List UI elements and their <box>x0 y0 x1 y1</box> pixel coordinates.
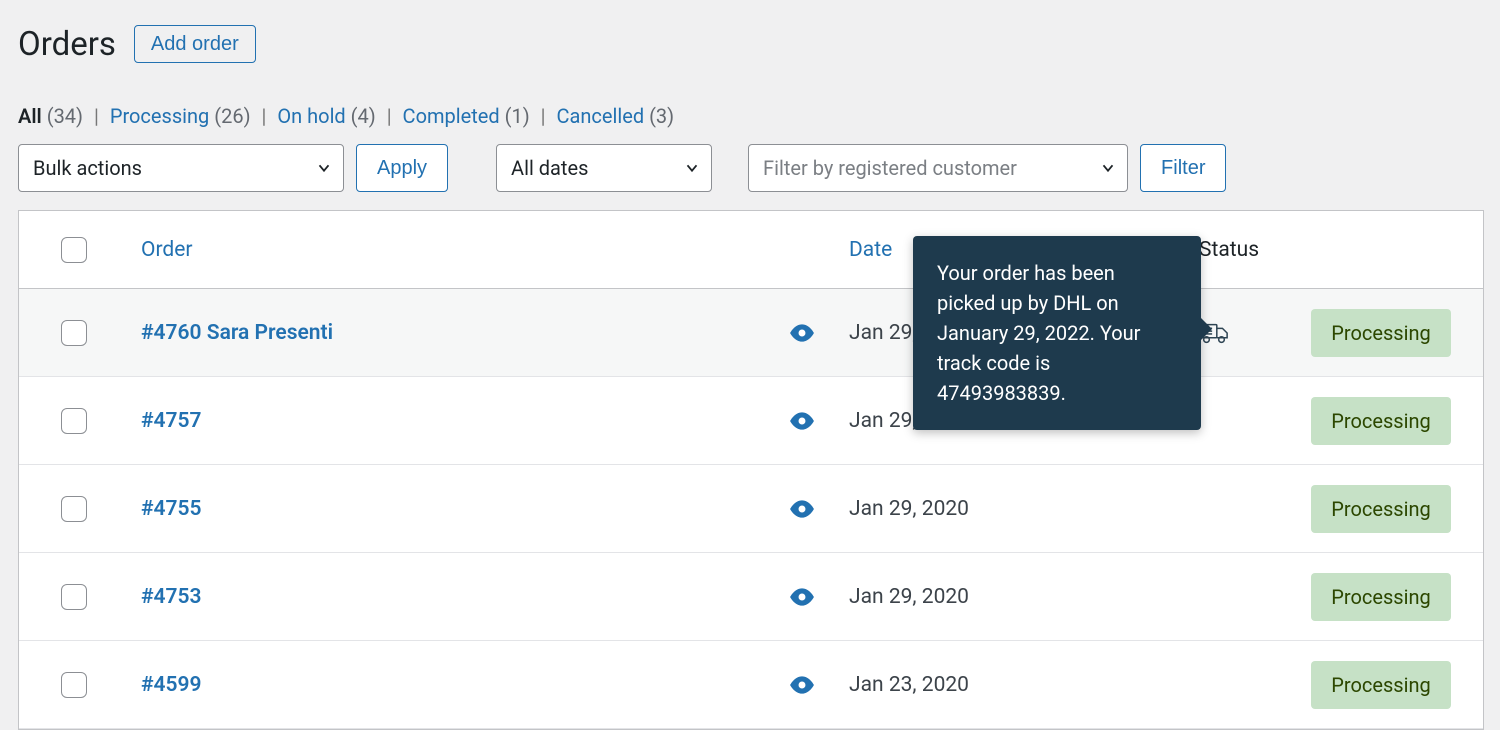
status-filter-bar: All (34) | Processing (26) | On hold (4)… <box>18 104 1482 128</box>
row-checkbox[interactable] <box>61 496 87 522</box>
shipping-tooltip: Your order has been picked up by DHL on … <box>913 236 1201 430</box>
bulk-actions-select[interactable]: Bulk actions <box>18 144 344 192</box>
eye-icon[interactable] <box>789 322 815 344</box>
status-filter-completed[interactable]: Completed (1) <box>403 104 530 128</box>
status-filter-all[interactable]: All (34) <box>18 104 83 128</box>
status-filter-processing[interactable]: Processing (26) <box>110 104 251 128</box>
row-checkbox[interactable] <box>61 584 87 610</box>
col-status: Status <box>1199 238 1479 262</box>
status-badge: Processing <box>1311 309 1451 357</box>
dates-select[interactable]: All dates <box>496 144 712 192</box>
filter-button[interactable]: Filter <box>1140 144 1226 192</box>
order-date: Jan 29, 2020 <box>849 497 1199 521</box>
table-row[interactable]: #4757Jan 29, 2020Processing <box>19 377 1483 465</box>
status-filter-count: (26) <box>214 104 250 128</box>
eye-icon[interactable] <box>789 498 815 520</box>
order-date: Jan 29, 2020 <box>849 585 1199 609</box>
apply-button[interactable]: Apply <box>356 144 448 192</box>
orders-table: Order Date Status #4760 Sara PresentiJan… <box>18 210 1484 730</box>
eye-icon[interactable] <box>789 586 815 608</box>
status-filter-count: (3) <box>649 104 674 128</box>
order-link[interactable]: #4755 <box>141 497 202 521</box>
status-filter-count: (1) <box>505 104 530 128</box>
row-checkbox[interactable] <box>61 320 87 346</box>
status-badge: Processing <box>1311 573 1451 621</box>
status-filter-on-hold[interactable]: On hold (4) <box>277 104 375 128</box>
col-order[interactable]: Order <box>129 238 739 262</box>
table-row[interactable]: #4753 Jan 29, 2020 Processing <box>19 553 1483 641</box>
status-badge: Processing <box>1311 397 1451 445</box>
row-checkbox[interactable] <box>61 408 87 434</box>
chevron-down-icon <box>315 159 333 177</box>
dates-label: All dates <box>497 156 628 180</box>
order-link[interactable]: #4760 Sara Presenti <box>141 321 333 345</box>
status-badge: Processing <box>1311 661 1451 709</box>
table-row[interactable]: #4755 Jan 29, 2020 Processing <box>19 465 1483 553</box>
table-row[interactable]: #4760 Sara PresentiJan 29, 2020Processin… <box>19 289 1483 377</box>
row-checkbox[interactable] <box>61 672 87 698</box>
status-badge: Processing <box>1311 485 1451 533</box>
order-link[interactable]: #4757 <box>141 409 202 433</box>
order-link[interactable]: #4599 <box>141 673 202 697</box>
add-order-button[interactable]: Add order <box>134 25 256 63</box>
status-filter-count: (34) <box>47 104 83 128</box>
table-row[interactable]: #4599 Jan 23, 2020 Processing <box>19 641 1483 729</box>
chevron-down-icon <box>1099 159 1117 177</box>
page-title: Orders <box>18 25 116 64</box>
eye-icon[interactable] <box>789 410 815 432</box>
bulk-actions-label: Bulk actions <box>19 156 182 180</box>
order-link[interactable]: #4753 <box>141 585 202 609</box>
tooltip-text: Your order has been picked up by DHL on … <box>937 261 1140 405</box>
toolbar: Bulk actions Apply All dates Filter by r… <box>18 144 1482 192</box>
status-filter-count: (4) <box>351 104 376 128</box>
order-date: Jan 23, 2020 <box>849 673 1199 697</box>
select-all-checkbox[interactable] <box>61 237 87 263</box>
customer-filter-placeholder: Filter by registered customer <box>749 156 1057 180</box>
table-header-row: Order Date Status <box>19 211 1483 289</box>
status-filter-cancelled[interactable]: Cancelled (3) <box>556 104 674 128</box>
eye-icon[interactable] <box>789 674 815 696</box>
chevron-down-icon <box>683 159 701 177</box>
customer-filter-select[interactable]: Filter by registered customer <box>748 144 1128 192</box>
